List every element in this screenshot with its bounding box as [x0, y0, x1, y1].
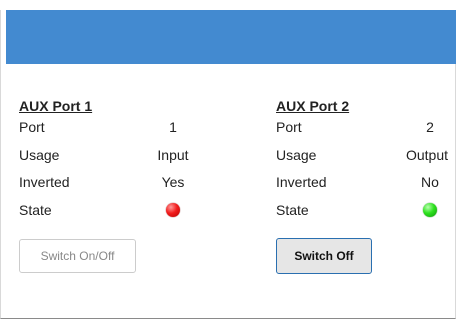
usage-label: Usage — [276, 146, 317, 163]
port-value: 2 — [426, 119, 434, 135]
switch-off-button[interactable]: Switch Off — [276, 238, 372, 274]
inverted-row: Inverted Yes — [19, 173, 219, 201]
inverted-value: Yes — [161, 174, 185, 190]
inverted-value: No — [421, 174, 439, 190]
inverted-label: Inverted — [276, 174, 327, 190]
top-strip — [0, 0, 456, 10]
aux-port-2-title: AUX Port 2 — [276, 98, 350, 114]
state-row: State — [276, 201, 456, 229]
usage-row: Usage Input — [19, 146, 219, 174]
aux-port-1-panel: AUX Port 1 Port 1 Usage Input Inverted Y… — [19, 96, 219, 273]
inverted-label: Inverted — [19, 174, 70, 190]
port-value: 1 — [169, 119, 177, 135]
header-bar — [6, 10, 456, 64]
usage-row: Usage Output — [276, 146, 456, 174]
usage-value: Input — [157, 146, 189, 163]
port-row: Port 2 — [276, 118, 456, 146]
state-led-icon — [423, 202, 437, 217]
port-label: Port — [19, 119, 45, 135]
usage-value: Output — [405, 146, 449, 163]
switch-on-off-button[interactable]: Switch On/Off — [19, 239, 136, 273]
inverted-row: Inverted No — [276, 173, 456, 201]
state-label: State — [276, 201, 309, 218]
usage-label: Usage — [19, 146, 60, 163]
state-row: State — [19, 201, 219, 229]
aux-port-2-panel: AUX Port 2 Port 2 Usage Output Inverted … — [276, 96, 456, 274]
state-label: State — [19, 201, 52, 218]
port-label: Port — [276, 119, 302, 135]
aux-port-1-title: AUX Port 1 — [19, 98, 93, 114]
port-row: Port 1 — [19, 118, 219, 146]
state-led-icon — [166, 202, 180, 217]
